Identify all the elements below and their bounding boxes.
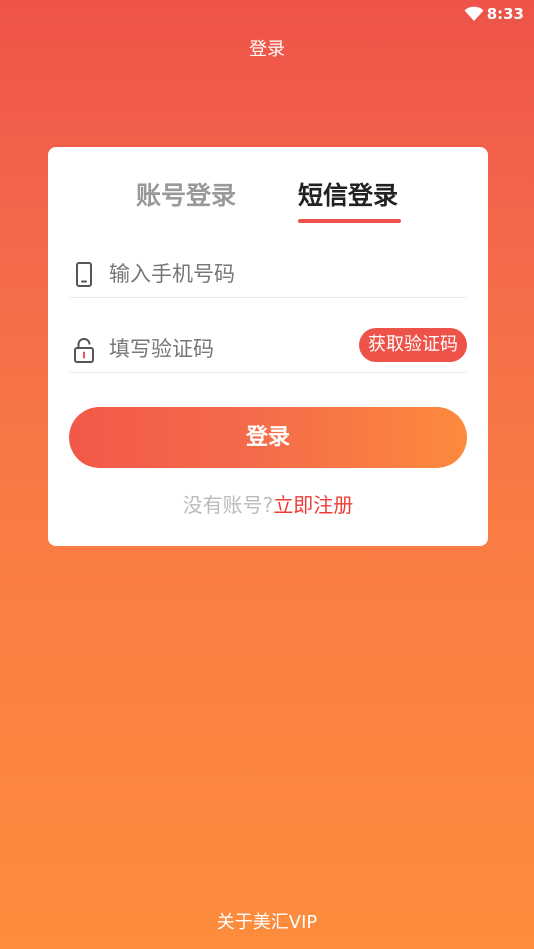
verification-code-input[interactable] xyxy=(109,334,349,364)
tab-account-login[interactable]: 账号登录 xyxy=(136,181,236,211)
page-title: 登录 xyxy=(249,39,285,60)
tab-sms-login[interactable]: 短信登录 xyxy=(298,181,398,211)
status-bar: 8:33 xyxy=(0,0,534,28)
get-code-button[interactable]: 获取验证码 xyxy=(359,328,467,362)
login-card: 账号登录 短信登录 获取验证码 登录 没有账号?立即注册 xyxy=(48,147,488,546)
status-time: 8:33 xyxy=(486,5,524,23)
code-field-row: 获取验证码 xyxy=(69,328,467,373)
active-tab-indicator xyxy=(298,219,401,223)
register-prompt: 没有账号? xyxy=(182,493,274,517)
phone-input[interactable] xyxy=(109,259,459,289)
phone-icon xyxy=(76,262,92,287)
register-line: 没有账号?立即注册 xyxy=(48,491,488,519)
wifi-icon xyxy=(464,6,484,21)
login-button[interactable]: 登录 xyxy=(69,407,467,468)
lock-icon xyxy=(74,337,94,363)
register-link[interactable]: 立即注册 xyxy=(273,493,353,517)
about-link[interactable]: 关于美汇VIP xyxy=(0,911,534,935)
phone-field-row xyxy=(69,253,467,298)
